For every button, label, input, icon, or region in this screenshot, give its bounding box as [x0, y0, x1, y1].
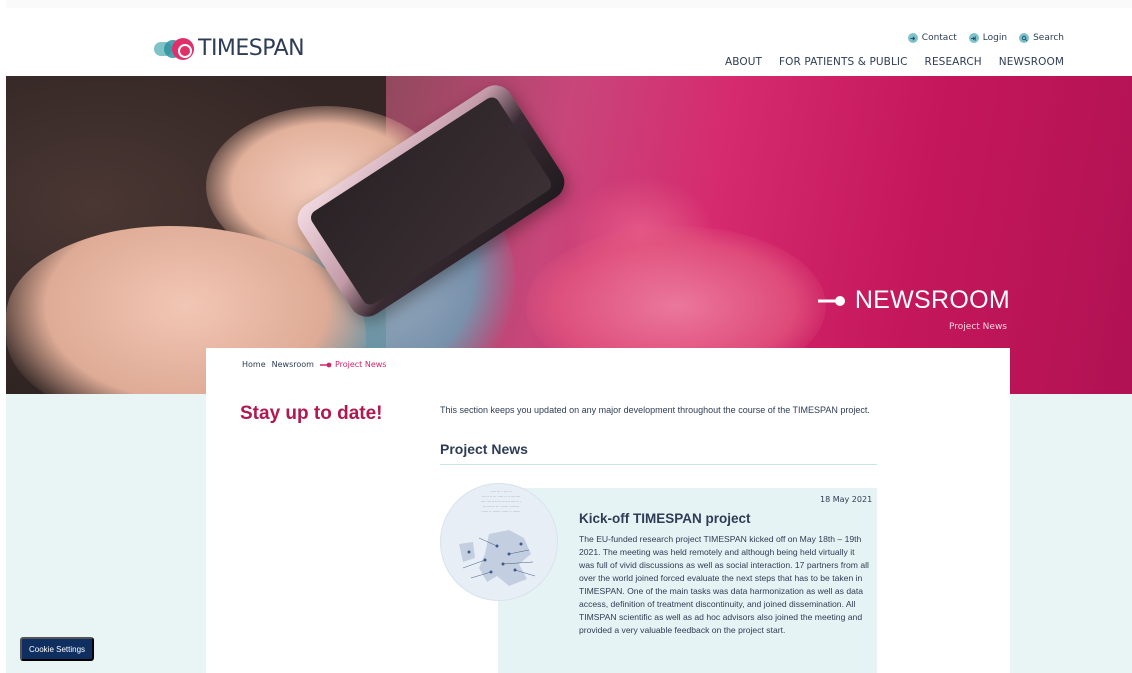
breadcrumb: Home Newsroom Project News	[242, 360, 386, 369]
logo-mark-icon	[154, 37, 196, 60]
contact-label: Contact	[921, 33, 957, 43]
hero-title-text: NEWSROOM	[854, 286, 1010, 314]
nav-patients-public[interactable]: FOR PATIENTS & PUBLIC	[779, 56, 908, 68]
site-logo[interactable]: TIMESPAN	[154, 36, 305, 61]
breadcrumb-current-label: Project News	[334, 360, 387, 369]
search-icon	[1019, 33, 1030, 43]
main-nav: ABOUT FOR PATIENTS & PUBLIC RESEARCH NEW…	[725, 56, 1064, 68]
news-title[interactable]: Kick-off TIMESPAN project	[579, 511, 751, 526]
logo-text: TIMESPAN	[198, 36, 305, 61]
breadcrumb-newsroom[interactable]: Newsroom	[272, 360, 314, 369]
news-date: 18 May 2021	[820, 495, 873, 504]
hero-subtitle: Project News	[949, 322, 1007, 332]
sidebar-heading: Stay up to date!	[240, 403, 383, 424]
news-body: The EU-funded research project TIMESPAN …	[579, 534, 869, 635]
search-link[interactable]: Search	[1019, 33, 1064, 43]
top-strip	[6, 0, 1132, 8]
nav-newsroom[interactable]: NEWSROOM	[999, 56, 1064, 68]
breadcrumb-current: Project News	[319, 360, 387, 369]
login-label: Login	[982, 33, 1008, 43]
section-divider	[440, 464, 877, 465]
content-panel: Home Newsroom Project News Stay up to da…	[206, 348, 1010, 673]
nav-research[interactable]: RESEARCH	[925, 56, 982, 68]
news-thumbnail[interactable]: ····· ··· · ··· ··· ······ ·· ··· ····· ·…	[440, 483, 558, 601]
site-header: TIMESPAN Contact Login Search ABOUT FOR …	[0, 10, 1132, 76]
breadcrumb-home[interactable]: Home	[242, 360, 266, 369]
intro-text: This section keeps you updated on any ma…	[440, 405, 870, 415]
section-heading: Project News	[440, 441, 528, 457]
thumbnail-caption: ····· ··· · ··· ··· ······ ·· ··· ····· ·…	[480, 490, 522, 514]
hero-banner: NEWSROOM Project News	[6, 76, 1132, 394]
search-label: Search	[1033, 33, 1064, 43]
contact-link[interactable]: Contact	[907, 33, 957, 43]
cookie-settings-button[interactable]: Cookie Settings	[20, 637, 94, 661]
hero-title: NEWSROOM	[817, 286, 1010, 315]
pin-arrow-icon	[319, 362, 332, 367]
utility-nav: Contact Login Search	[907, 33, 1064, 43]
login-link[interactable]: Login	[968, 33, 1008, 43]
arrow-circle-icon	[907, 33, 918, 43]
login-icon	[968, 33, 979, 43]
pin-arrow-icon	[817, 294, 847, 308]
europe-map-icon	[459, 530, 536, 586]
nav-about[interactable]: ABOUT	[725, 56, 762, 68]
